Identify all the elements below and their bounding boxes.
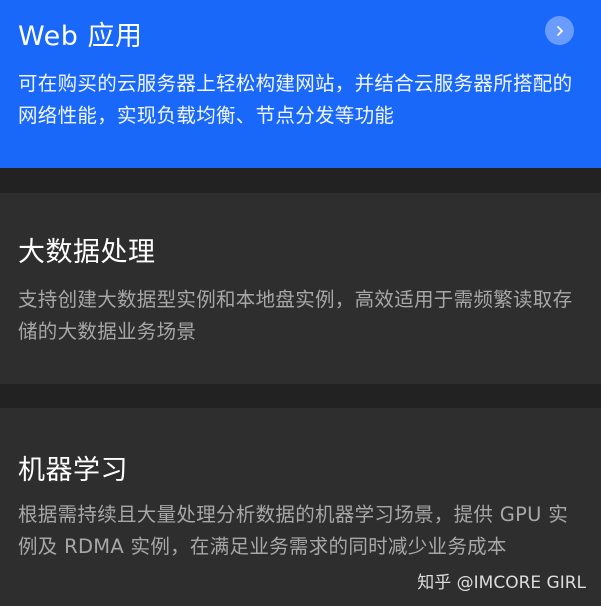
watermark: 知乎 @IMCORE GIRL xyxy=(417,573,586,593)
card-desc-big-data: 支持创建大数据型实例和本地盘实例，高效适用于需频繁读取存储的大数据业务场景 xyxy=(18,288,573,343)
card-title-web-app: Web 应用 xyxy=(18,21,143,52)
card-title-machine-learning: 机器学习 xyxy=(18,455,128,486)
chevron-right-icon xyxy=(555,25,565,37)
page: Web 应用 可在购买的云服务器上轻松构建网站，并结合云服务器所搭配的网络性能，… xyxy=(0,0,601,606)
card-title-big-data: 大数据处理 xyxy=(18,237,156,268)
card-desc-machine-learning: 根据需持续且大量处理分析数据的机器学习场景，提供 GPU 实例及 RDMA 实例… xyxy=(18,503,569,558)
card-desc-web-app: 可在购买的云服务器上轻松构建网站，并结合云服务器所搭配的网络性能，实现负载均衡、… xyxy=(18,72,573,127)
card-web-app-arrow-button[interactable] xyxy=(545,16,574,45)
card-web-app[interactable]: Web 应用 可在购买的云服务器上轻松构建网站，并结合云服务器所搭配的网络性能，… xyxy=(0,0,601,168)
